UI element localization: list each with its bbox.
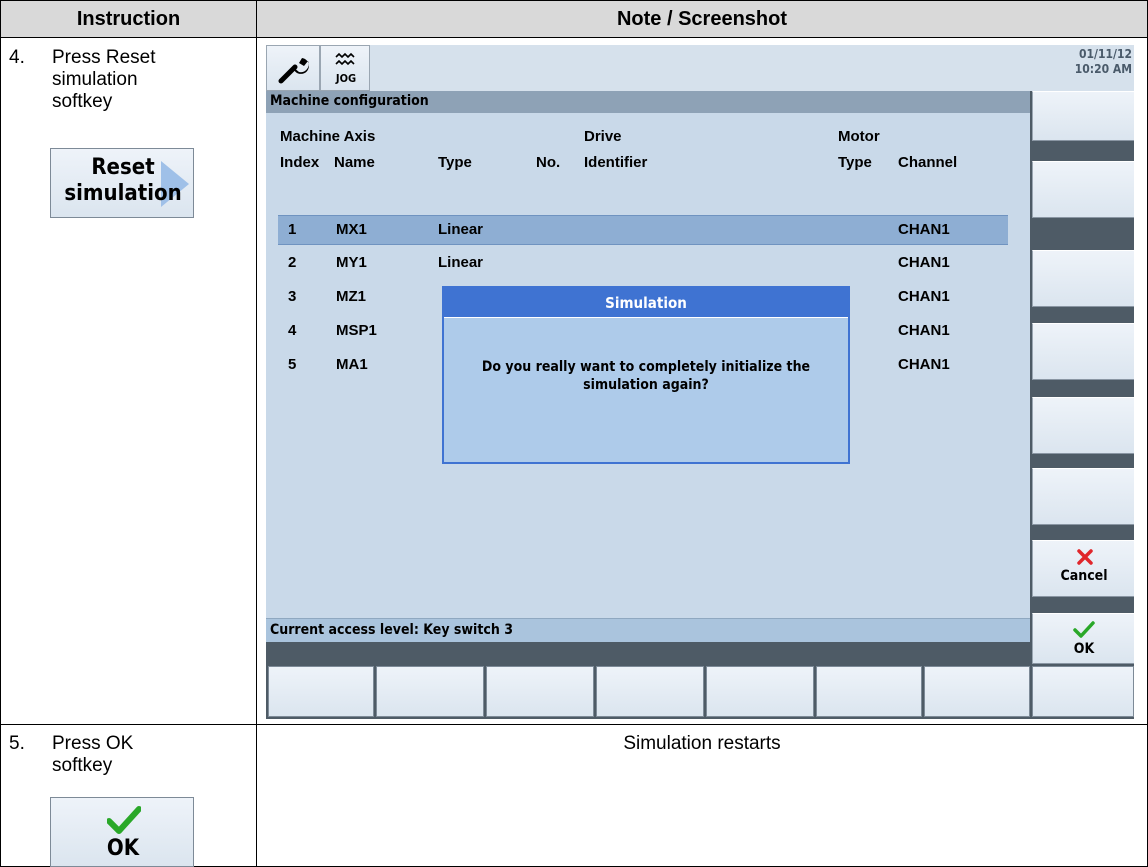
row-index: 3: [288, 288, 297, 305]
horizontal-softkey-5[interactable]: [706, 666, 814, 717]
step4-text: Press Reset simulation softkey: [52, 47, 242, 113]
cell-step4-instruction: [0, 37, 257, 725]
reset-btn-line1: Reset: [91, 155, 155, 180]
row-index: 4: [288, 322, 297, 339]
col-header-note: Note / Screenshot: [616, 7, 788, 30]
step5-note: Simulation restarts: [623, 733, 781, 754]
dialog-title: Simulation: [605, 294, 687, 312]
col-type: Type: [438, 154, 472, 171]
row-channel: CHAN1: [898, 356, 950, 373]
col-no: No.: [536, 154, 561, 171]
hmi-time: 10:20 AM: [1074, 62, 1132, 76]
horizontal-softkey-1[interactable]: [268, 666, 374, 717]
vertical-softkey-1[interactable]: [1032, 91, 1134, 141]
jog-wave-icon: [335, 52, 355, 66]
row-channel: CHAN1: [898, 322, 950, 339]
step4-line1: Press Reset: [52, 47, 156, 68]
header-note: Note / Screenshot: [256, 0, 1148, 38]
cancel-x-icon: [1077, 549, 1093, 565]
header-instruction: Instruction: [0, 0, 257, 38]
step4-line3: softkey: [52, 91, 113, 112]
row-name: MY1: [336, 254, 367, 271]
row-index: 1: [288, 221, 297, 238]
row-type: Linear: [438, 221, 484, 238]
simulation-dialog: Simulation Do you really want to complet…: [442, 286, 850, 464]
col-channel: Channel: [898, 154, 958, 171]
ok-softkey-image: OK: [50, 797, 194, 867]
window-title: Machine configuration: [270, 93, 429, 109]
vertical-softkey-4[interactable]: [1032, 323, 1134, 380]
col-header-instruction: Instruction: [76, 7, 181, 30]
row-name: MZ1: [336, 288, 366, 305]
col-identifier: Identifier: [584, 154, 648, 171]
row-index: 2: [288, 254, 297, 271]
row-type: Linear: [438, 254, 484, 271]
dialog-message-line1: Do you really want to completely initial…: [481, 359, 811, 375]
row-name: MX1: [336, 221, 367, 238]
vertical-softkey-5[interactable]: [1032, 397, 1134, 454]
hmi-datetime: 01/11/12 10:20 AM: [1026, 47, 1132, 77]
row-name: MSP1: [336, 322, 377, 339]
row-channel: CHAN1: [898, 221, 950, 238]
horizontal-softkey-3[interactable]: [486, 666, 594, 717]
horizontal-softkey-2[interactable]: [376, 666, 484, 717]
step5-line1: Press OK: [52, 733, 134, 754]
row-channel: CHAN1: [898, 254, 950, 271]
wrench-button[interactable]: [266, 45, 320, 91]
dialog-message: Do you really want to completely initial…: [444, 358, 848, 394]
step5-text: Press OK softkey: [52, 733, 242, 777]
cancel-label: Cancel: [1060, 568, 1108, 584]
hmi-header-bar: [266, 45, 1134, 91]
step5-line2: softkey: [52, 755, 113, 776]
vertical-softkey-6[interactable]: [1032, 468, 1134, 525]
reset-simulation-softkey-image: Reset simulation: [50, 148, 194, 218]
hmi-date: 01/11/12: [1079, 47, 1132, 61]
access-level-status: Current access level: Key switch 3: [270, 622, 513, 638]
col-group-machine-axis: Machine Axis: [280, 128, 376, 145]
col-index: Index: [280, 154, 320, 171]
vertical-softkey-3[interactable]: [1032, 250, 1134, 307]
col-group-drive: Drive: [584, 128, 622, 145]
ok-softkey-image-label: OK: [106, 836, 140, 861]
row-index: 5: [288, 356, 297, 373]
cancel-button[interactable]: Cancel: [1032, 540, 1134, 597]
ok-label: OK: [1073, 641, 1095, 657]
row-name: MA1: [336, 356, 368, 373]
step5-number: 5.: [9, 733, 25, 754]
horizontal-softkey-8[interactable]: [1032, 666, 1134, 717]
wrench-icon: [278, 58, 309, 84]
status-divider: [266, 642, 1030, 664]
table-row[interactable]: 1 MX1 Linear CHAN1: [278, 216, 1008, 246]
row-channel: CHAN1: [898, 288, 950, 305]
checkmark-icon: [107, 806, 141, 834]
horizontal-softkey-6[interactable]: [816, 666, 922, 717]
hmi-screen: JOG 01/11/12 10:20 AM Machine configurat…: [266, 45, 1134, 719]
step4-line2: simulation: [52, 69, 138, 90]
jog-label: JOG: [335, 72, 357, 85]
jog-mode-button[interactable]: JOG: [320, 45, 370, 91]
horizontal-softkey-4[interactable]: [596, 666, 704, 717]
reset-btn-line2: simulation: [64, 181, 182, 206]
ok-checkmark-icon: [1073, 621, 1095, 638]
col-group-motor: Motor: [838, 128, 880, 145]
ok-button[interactable]: OK: [1032, 613, 1134, 664]
table-row[interactable]: 2 MY1 Linear CHAN1: [278, 249, 1008, 279]
step4-number: 4.: [9, 47, 25, 68]
col-name: Name: [334, 154, 375, 171]
vertical-softkey-2[interactable]: [1032, 161, 1134, 218]
horizontal-softkey-7[interactable]: [924, 666, 1030, 717]
dialog-message-line2: simulation again?: [583, 377, 709, 393]
col-motor-type: Type: [838, 154, 872, 171]
